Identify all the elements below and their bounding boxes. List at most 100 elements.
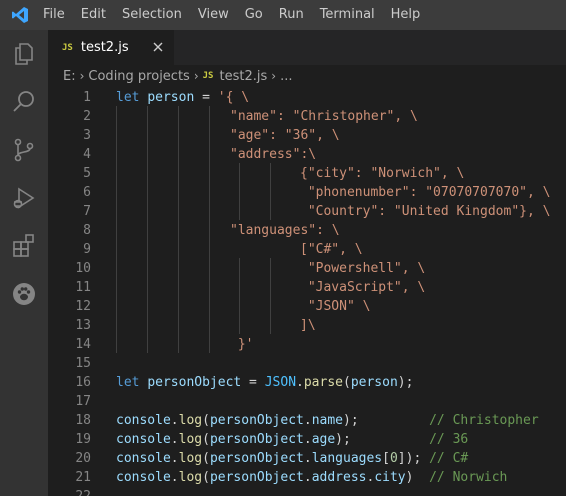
code-line[interactable]: 16 let personObject = JSON.parse(person); bbox=[48, 373, 566, 392]
line-number: 10 bbox=[75, 261, 91, 276]
tab-label: test2.js bbox=[80, 40, 129, 55]
code-token: ]); bbox=[397, 451, 430, 466]
code-text: }' bbox=[230, 335, 254, 354]
code-line[interactable]: 14 }' bbox=[48, 335, 566, 354]
code-line[interactable]: 20 console.log(personObject.languages[0])… bbox=[48, 449, 566, 468]
editor-area: JS test2.js E: › Coding projects › JS te… bbox=[48, 30, 566, 496]
code-line[interactable]: 17 bbox=[48, 392, 566, 411]
code-line[interactable]: 8 "languages": \ bbox=[48, 221, 566, 240]
code-line[interactable]: 12 "JSON" \ bbox=[48, 297, 566, 316]
code-token: . bbox=[303, 451, 312, 466]
chevron-right-icon: › bbox=[271, 69, 277, 83]
code-token: languages bbox=[311, 451, 383, 466]
code-token: ( bbox=[343, 375, 351, 390]
menu-terminal[interactable]: Terminal bbox=[312, 0, 383, 30]
code-token: parse bbox=[303, 375, 343, 390]
line-number: 14 bbox=[75, 337, 91, 352]
code-token: . bbox=[303, 432, 312, 447]
code-text: ]\ bbox=[300, 316, 316, 335]
menu-selection[interactable]: Selection bbox=[114, 0, 190, 30]
code-token: personObject bbox=[147, 375, 242, 390]
code-line[interactable]: 1 let person = '{ \ bbox=[48, 88, 566, 107]
code-token: // 36 bbox=[429, 432, 469, 447]
code-text: "JSON" \ bbox=[300, 297, 371, 316]
code-token: ( bbox=[202, 432, 210, 447]
source-control-icon[interactable] bbox=[0, 126, 48, 174]
code-line[interactable]: 4 "address":\ bbox=[48, 145, 566, 164]
code-text: console.log(personObject.address.city) /… bbox=[116, 468, 507, 487]
code-token: ( bbox=[202, 451, 210, 466]
line-number: 3 bbox=[83, 128, 91, 143]
code-line[interactable]: 10 "Powershell", \ bbox=[48, 259, 566, 278]
code-token: city bbox=[374, 470, 406, 485]
code-token: ); bbox=[343, 413, 430, 428]
close-icon[interactable] bbox=[150, 39, 166, 55]
code-text: "phonenumber": "07070707070", \ bbox=[300, 183, 551, 202]
line-number: 12 bbox=[75, 299, 91, 314]
code-line[interactable]: 7 "Country": "United Kingdom"}, \ bbox=[48, 202, 566, 221]
menu-run[interactable]: Run bbox=[271, 0, 312, 30]
code-text: "Country": "United Kingdom"}, \ bbox=[300, 202, 551, 221]
paw-icon[interactable] bbox=[0, 270, 48, 318]
code-token: JSON bbox=[264, 375, 297, 390]
code-token: "Powershell", \ bbox=[300, 261, 426, 276]
extensions-icon[interactable] bbox=[0, 222, 48, 270]
breadcrumb-folder[interactable]: Coding projects bbox=[88, 69, 189, 84]
code-token: "phonenumber": "07070707070", \ bbox=[300, 185, 551, 200]
code-line[interactable]: 18 console.log(personObject.name); // Chr… bbox=[48, 411, 566, 430]
search-icon[interactable] bbox=[0, 78, 48, 126]
code-token: ); bbox=[335, 432, 430, 447]
code-token: . bbox=[303, 413, 312, 428]
line-number: 19 bbox=[75, 432, 91, 447]
menu-file[interactable]: File bbox=[35, 0, 73, 30]
code-token: "JSON" \ bbox=[300, 299, 371, 314]
code-token: . bbox=[296, 375, 304, 390]
code-line[interactable]: 22 bbox=[48, 487, 566, 496]
code-line[interactable]: 9 ["C#", \ bbox=[48, 240, 566, 259]
code-text: ["C#", \ bbox=[300, 240, 363, 259]
code-line[interactable]: 3 "age": "36", \ bbox=[48, 126, 566, 145]
vscode-logo-icon bbox=[8, 0, 32, 30]
code-token: address bbox=[311, 470, 367, 485]
menu-go[interactable]: Go bbox=[237, 0, 271, 30]
line-number: 8 bbox=[83, 223, 91, 238]
code-line[interactable]: 15 bbox=[48, 354, 566, 373]
js-file-icon: JS bbox=[62, 42, 73, 53]
code-token: age bbox=[311, 432, 336, 447]
code-editor[interactable]: 1 let person = '{ \ 2 "name": "Christopher"… bbox=[48, 87, 566, 496]
code-token: console bbox=[116, 451, 171, 466]
code-line[interactable]: 13]\ bbox=[48, 316, 566, 335]
line-number: 7 bbox=[83, 204, 91, 219]
breadcrumb-file[interactable]: test2.js bbox=[219, 69, 267, 84]
code-line[interactable]: 19 console.log(personObject.age); // 36 bbox=[48, 430, 566, 449]
breadcrumb-drive[interactable]: E: bbox=[63, 69, 76, 84]
code-text: console.log(personObject.age); // 36 bbox=[116, 430, 468, 449]
menu-edit[interactable]: Edit bbox=[73, 0, 114, 30]
code-text: let person = '{ \ bbox=[116, 88, 249, 107]
line-number: 9 bbox=[83, 242, 91, 257]
line-number: 17 bbox=[75, 394, 91, 409]
menu-view[interactable]: View bbox=[190, 0, 237, 30]
explorer-icon[interactable] bbox=[0, 30, 48, 78]
code-line[interactable]: 21 console.log(personObject.address.city)… bbox=[48, 468, 566, 487]
line-number: 5 bbox=[83, 166, 91, 181]
code-line[interactable]: 5 {"city": "Norwich", \ bbox=[48, 164, 566, 183]
code-line[interactable]: 2 "name": "Christopher", \ bbox=[48, 107, 566, 126]
code-token: = bbox=[241, 375, 265, 390]
code-token: console bbox=[116, 432, 171, 447]
tab-test2-js[interactable]: JS test2.js bbox=[48, 30, 174, 65]
code-token: ) bbox=[405, 470, 430, 485]
line-number: 21 bbox=[75, 470, 91, 485]
code-token: ]\ bbox=[300, 318, 316, 333]
code-line[interactable]: 6 "phonenumber": "07070707070", \ bbox=[48, 183, 566, 202]
code-token: . bbox=[303, 470, 312, 485]
code-text: "JavaScript", \ bbox=[300, 278, 425, 297]
chevron-right-icon: › bbox=[193, 69, 199, 83]
menu-help[interactable]: Help bbox=[383, 0, 429, 30]
run-debug-icon[interactable] bbox=[0, 174, 48, 222]
code-token: ["C#", \ bbox=[300, 242, 363, 257]
breadcrumb-symbol[interactable]: ... bbox=[280, 69, 292, 84]
code-line[interactable]: 11 "JavaScript", \ bbox=[48, 278, 566, 297]
js-file-icon: JS bbox=[202, 71, 214, 81]
code-token: personObject bbox=[209, 470, 304, 485]
